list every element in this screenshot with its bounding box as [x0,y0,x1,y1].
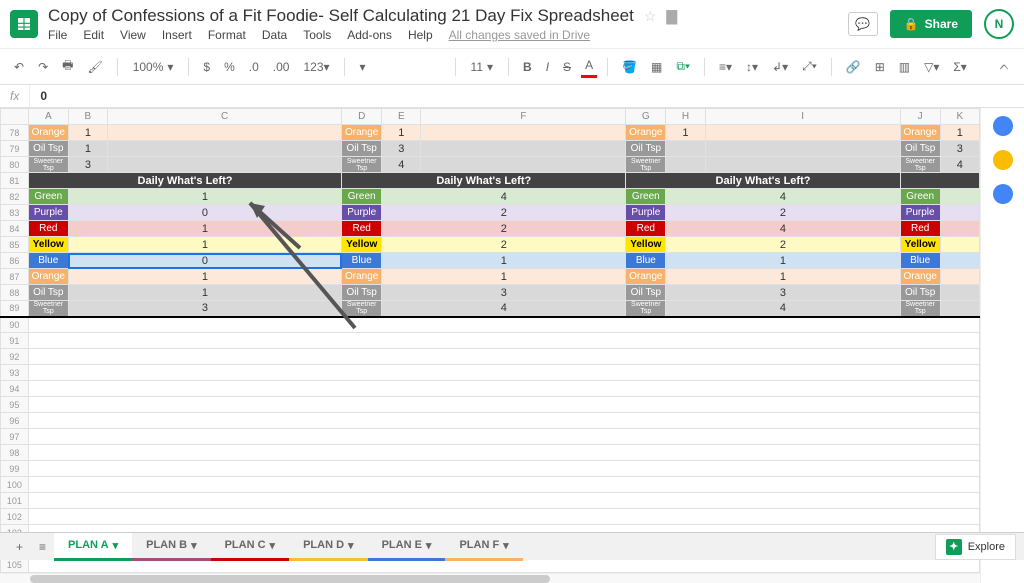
text-color-icon[interactable]: A [581,55,597,78]
document-title[interactable]: Copy of Confessions of a Fit Foodie- Sel… [48,6,634,26]
sheet-tab-plan-c[interactable]: PLAN C▾ [211,533,289,561]
fill-color-icon[interactable]: 🪣 [618,57,641,77]
menu-tools[interactable]: Tools [303,28,331,42]
borders-icon[interactable]: ▦ [647,57,666,77]
formula-value[interactable]: 0 [30,85,57,107]
sheet-tab-plan-b[interactable]: PLAN B▾ [132,533,210,561]
comment-add-icon[interactable]: ⊞ [871,57,889,77]
sheet-tabs-bar: + ≡ PLAN A▾ PLAN B▾ PLAN C▾ PLAN D▾ PLAN… [0,532,1024,560]
more-formats-icon[interactable]: 123▾ [299,57,333,77]
share-label: Share [925,17,958,31]
section-header: Daily What's Left? [28,173,341,189]
add-sheet-icon[interactable]: + [8,536,31,558]
sheet-tab-plan-e[interactable]: PLAN E▾ [368,533,446,561]
menu-format[interactable]: Format [208,28,246,42]
percent-icon[interactable]: % [220,57,239,77]
halign-icon[interactable]: ≡▾ [715,57,736,77]
keep-icon[interactable] [993,150,1013,170]
folder-icon[interactable]: ▇ [666,8,677,25]
sheet-tab-plan-a[interactable]: PLAN A▾ [54,533,132,561]
toolbar: ↶ ↷ 🖶 🖌 100%▾ $ % .0 .00 123▾ ▾ 11 ▾ B I… [0,49,1024,85]
horizontal-scrollbar[interactable] [0,573,980,583]
undo-icon[interactable]: ↶ [10,57,28,77]
explore-button[interactable]: ✦Explore [935,534,1016,560]
functions-icon[interactable]: Σ▾ [949,57,970,77]
menu-insert[interactable]: Insert [162,28,192,42]
bold-icon[interactable]: B [519,57,536,77]
menu-addons[interactable]: Add-ons [347,28,392,42]
filter-icon[interactable]: ▽▾ [920,57,943,77]
menu-help[interactable]: Help [408,28,433,42]
font-select[interactable]: ▾ [355,57,445,77]
header-bar: Copy of Confessions of a Fit Foodie- Sel… [0,0,1024,49]
link-icon[interactable]: 🔗 [842,57,865,77]
currency-icon[interactable]: $ [199,57,214,77]
sheet-tab-plan-f[interactable]: PLAN F▾ [445,533,522,561]
all-sheets-icon[interactable]: ≡ [31,536,54,558]
wrap-icon[interactable]: ↲▾ [768,57,792,77]
tasks-icon[interactable] [993,184,1013,204]
sheet-tab-plan-d[interactable]: PLAN D▾ [289,533,367,561]
account-avatar[interactable]: N [984,9,1014,39]
chart-icon[interactable]: ▥ [895,57,914,77]
rotate-icon[interactable]: ⤢▾ [798,56,821,77]
italic-icon[interactable]: I [542,57,553,77]
zoom-select[interactable]: 100%▾ [128,57,179,77]
col-header[interactable]: A [28,109,68,125]
star-icon[interactable]: ☆ [644,8,657,25]
print-icon[interactable]: 🖶 [58,53,77,80]
collapse-toolbar-icon[interactable]: ᨈ [1000,59,1010,74]
save-status[interactable]: All changes saved in Drive [449,28,590,42]
dec-decrease-icon[interactable]: .0 [245,57,263,77]
calendar-icon[interactable] [993,116,1013,136]
menu-view[interactable]: View [120,28,146,42]
menu-file[interactable]: File [48,28,67,42]
formula-bar: fx 0 [0,85,1024,108]
strike-icon[interactable]: S [559,57,575,77]
share-button[interactable]: 🔒 Share [890,10,972,38]
dec-increase-icon[interactable]: .00 [269,57,294,77]
sheets-logo[interactable] [10,10,38,38]
valign-icon[interactable]: ↕▾ [742,57,762,77]
menu-data[interactable]: Data [262,28,287,42]
side-panel [980,108,1024,583]
comments-icon[interactable]: 💬 [848,12,878,36]
lock-icon: 🔒 [904,17,919,31]
redo-icon[interactable]: ↷ [34,57,52,77]
selected-cell[interactable]: 0 [68,253,341,269]
spreadsheet-grid[interactable]: ABCDEFGHIJK 78Orange1Orange1Orange1Orang… [0,108,980,583]
fx-label: fx [0,85,30,107]
menu-bar: File Edit View Insert Format Data Tools … [48,28,848,42]
font-size-select[interactable]: 11 ▾ [466,57,499,77]
merge-icon[interactable]: ⧉▾ [672,56,694,77]
menu-edit[interactable]: Edit [83,28,104,42]
paint-format-icon[interactable]: 🖌 [83,57,106,77]
